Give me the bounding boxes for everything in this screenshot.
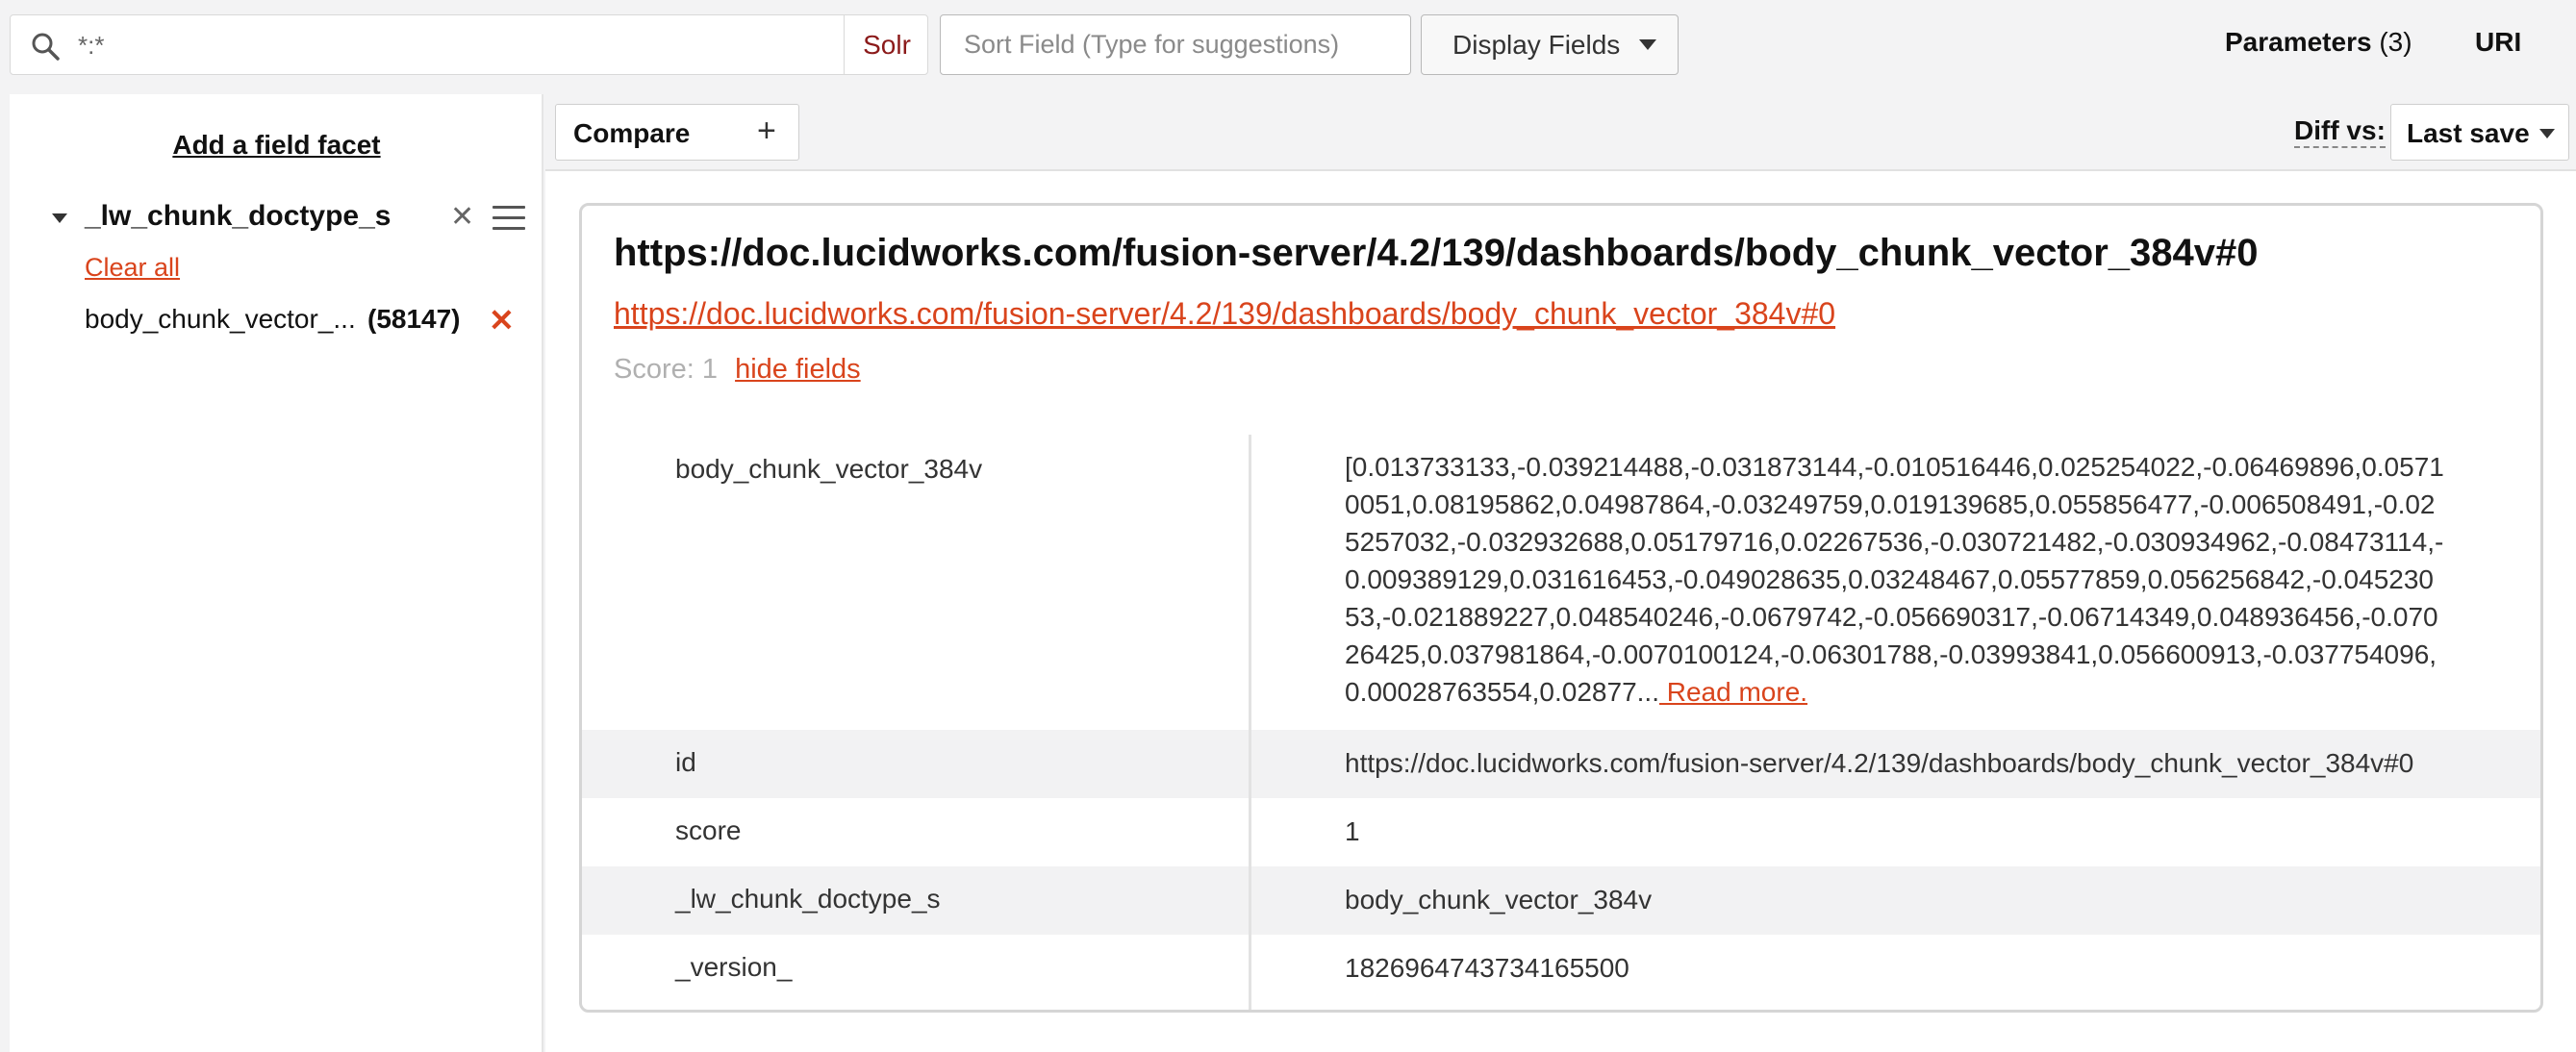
add-field-facet-link[interactable]: Add a field facet xyxy=(10,130,543,161)
facet-value-item[interactable]: body_chunk_vector_... (58147) ✕ xyxy=(85,302,527,342)
field-name: _lw_chunk_doctype_s xyxy=(675,884,941,914)
remove-facet-icon[interactable]: ✕ xyxy=(450,202,474,233)
compare-button[interactable]: Compare + xyxy=(555,104,799,161)
result-title: https://doc.lucidworks.com/fusion-server… xyxy=(614,232,2259,274)
sort-field-input[interactable] xyxy=(940,14,1411,75)
chevron-down-icon xyxy=(2539,129,2555,138)
facet-value-label: body_chunk_vector_... xyxy=(85,304,356,334)
table-row: _lw_chunk_doctype_s body_chunk_vector_38… xyxy=(582,866,2540,935)
results-toolbar: Compare + Diff vs: Last save xyxy=(545,94,2576,171)
table-row: id https://doc.lucidworks.com/fusion-ser… xyxy=(582,730,2540,798)
facet-menu-icon[interactable] xyxy=(492,206,525,231)
field-name: id xyxy=(675,747,696,777)
query-mode-solr-button[interactable]: Solr xyxy=(844,15,929,74)
results-panel: Compare + Diff vs: Last save https://doc… xyxy=(545,94,2576,1052)
search-icon xyxy=(32,33,60,61)
field-value: 1826964743734165500 xyxy=(1345,953,1629,983)
field-name: score xyxy=(675,815,742,845)
diff-vs-select[interactable]: Last save xyxy=(2390,104,2569,161)
facet-sidebar: Add a field facet _lw_chunk_doctype_s ✕ … xyxy=(10,94,543,1052)
display-fields-label: Display Fields xyxy=(1452,29,1621,60)
field-value: 1 xyxy=(1345,816,1360,846)
fields-table: body_chunk_vector_384v [0.013733133,-0.0… xyxy=(582,435,2540,1003)
table-row: _version_ 1826964743734165500 xyxy=(582,935,2540,1003)
score-line: Score: 1 hide fields xyxy=(614,354,861,386)
collapse-caret-icon[interactable] xyxy=(52,213,67,223)
plus-icon: + xyxy=(757,113,776,149)
top-bar: Solr Display Fields Parameters (3) URI xyxy=(0,0,2576,94)
facet-value-count: (58147) xyxy=(367,304,461,334)
parameters-button[interactable]: Parameters (3) xyxy=(2225,27,2412,58)
clear-all-link[interactable]: Clear all xyxy=(85,253,180,283)
table-row: score 1 xyxy=(582,798,2540,866)
facet-name: _lw_chunk_doctype_s xyxy=(85,200,391,232)
field-value: [0.013733133,-0.039214488,-0.031873144,-… xyxy=(1345,448,2446,711)
search-box: Solr xyxy=(10,14,928,75)
remove-filter-icon[interactable]: ✕ xyxy=(489,302,515,338)
parameters-count: (3) xyxy=(2379,27,2412,57)
display-fields-dropdown[interactable]: Display Fields xyxy=(1421,14,1679,75)
table-row: body_chunk_vector_384v [0.013733133,-0.0… xyxy=(582,435,2540,730)
facet-header: _lw_chunk_doctype_s ✕ xyxy=(52,200,533,238)
search-input[interactable] xyxy=(78,25,838,65)
uri-button[interactable]: URI xyxy=(2475,27,2521,58)
field-value: https://doc.lucidworks.com/fusion-server… xyxy=(1345,748,2414,778)
read-more-link[interactable]: Read more. xyxy=(1659,677,1807,707)
diff-vs-value: Last save xyxy=(2407,118,2530,148)
column-divider xyxy=(1249,435,1251,1010)
chevron-down-icon xyxy=(1639,39,1657,50)
compare-label: Compare xyxy=(573,118,691,148)
hide-fields-link[interactable]: hide fields xyxy=(735,354,861,385)
diff-vs-label: Diff vs: xyxy=(2294,115,2386,148)
field-name: body_chunk_vector_384v xyxy=(675,454,983,484)
parameters-label: Parameters xyxy=(2225,27,2372,57)
field-value: body_chunk_vector_384v xyxy=(1345,885,1653,914)
field-name: _version_ xyxy=(675,952,793,982)
result-link[interactable]: https://doc.lucidworks.com/fusion-server… xyxy=(614,296,1835,332)
vector-value: [0.013733133,-0.039214488,-0.031873144,-… xyxy=(1345,452,2444,707)
result-card: https://doc.lucidworks.com/fusion-server… xyxy=(579,203,2543,1013)
score-text: Score: 1 xyxy=(614,354,718,385)
